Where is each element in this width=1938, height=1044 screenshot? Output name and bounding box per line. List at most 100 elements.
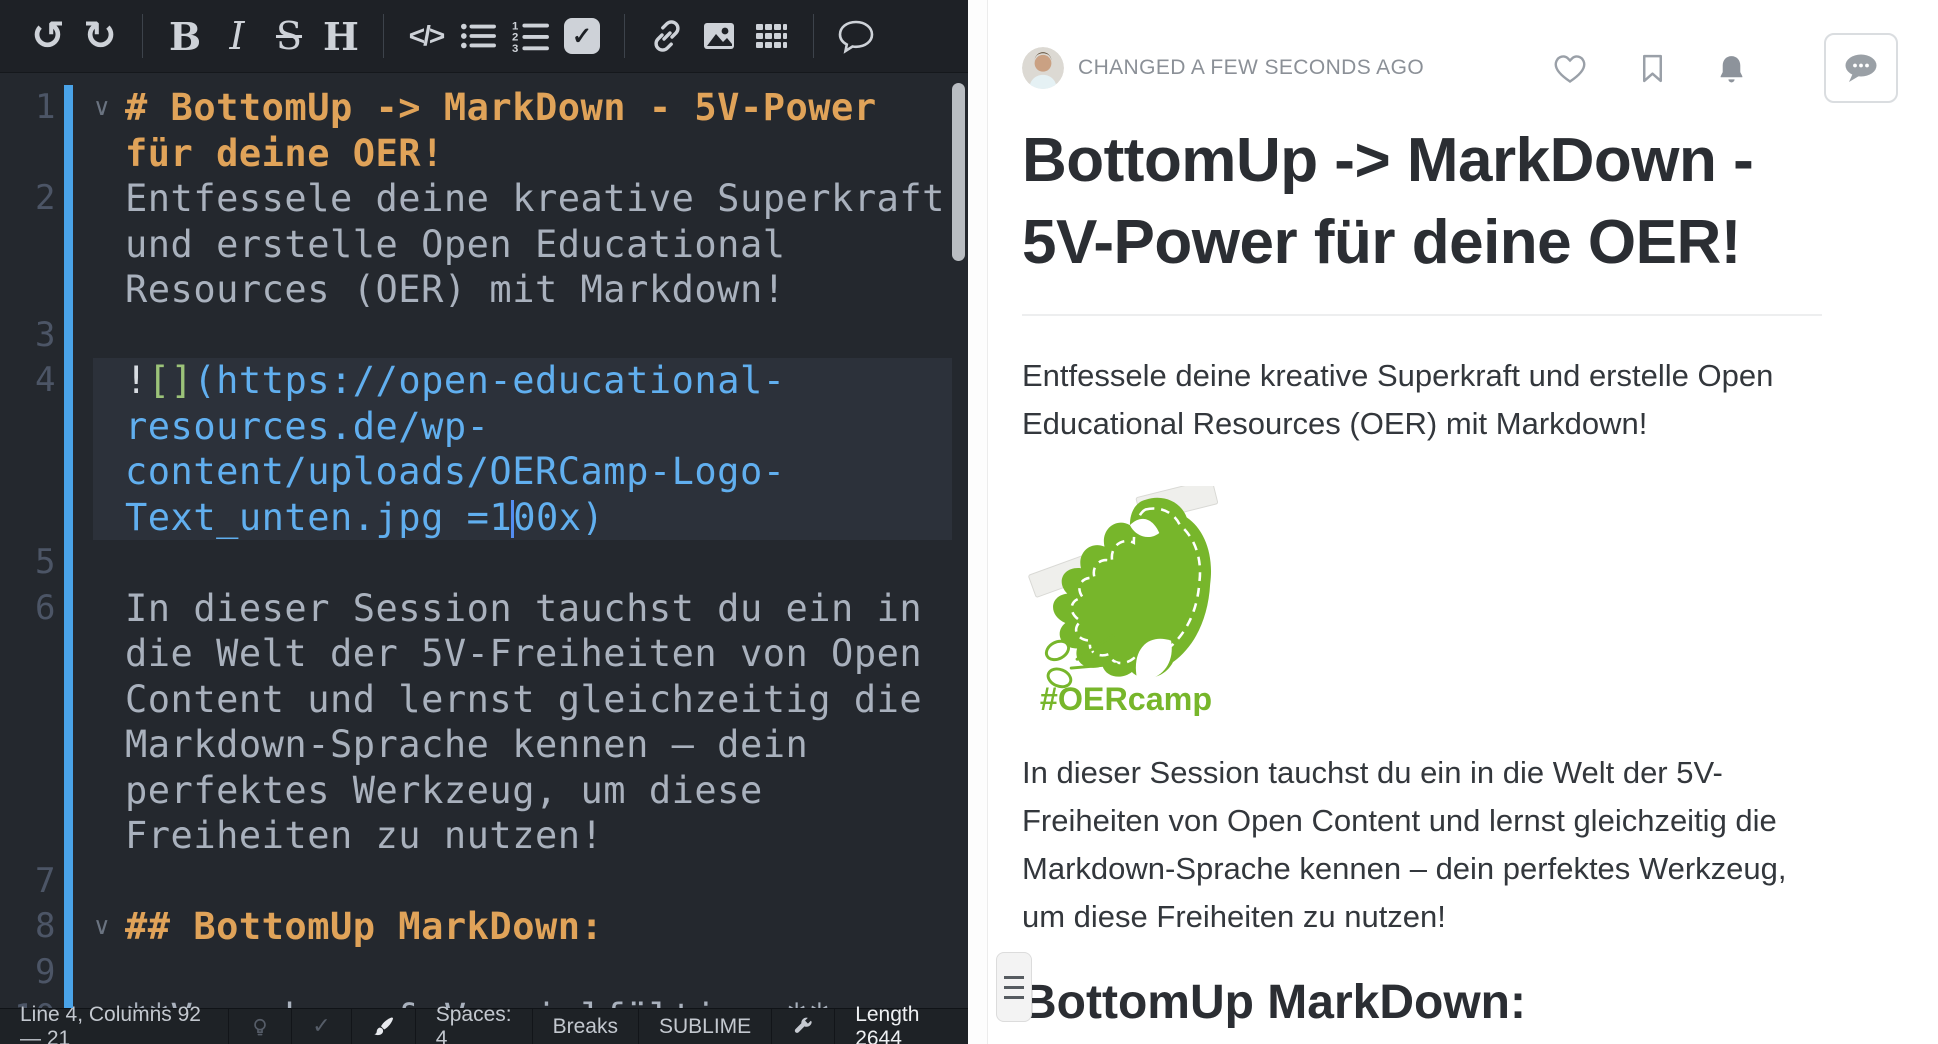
line-number: 10 (0, 995, 56, 1008)
editor-row[interactable]: 10 **Verwahren & Vervielfältigen** (0, 995, 968, 1008)
code-text: resources.de/wp- (125, 404, 489, 450)
format-brush-button[interactable] (351, 1009, 415, 1044)
editor-row[interactable]: Resources (OER) mit Markdown! (0, 267, 968, 313)
editor-row[interactable]: die Welt der 5V-Freiheiten von Open (0, 631, 968, 677)
editor-pane: ↺ ↻ B I S H </> 123 (0, 0, 968, 1044)
editor-code-area[interactable]: 1∨# BottomUp -> MarkDown - 5V-Powerfür d… (0, 73, 968, 1008)
bold-button[interactable]: B (162, 8, 208, 64)
spellcheck-check-icon: ✓ (312, 1014, 330, 1039)
rendered-title: BottomUp -> MarkDown - 5V-Power für dein… (1022, 120, 1842, 284)
editor-row[interactable]: 7 (0, 859, 968, 905)
insert-image-button[interactable] (696, 8, 742, 64)
editor-row[interactable]: 8∨## BottomUp MarkDown: (0, 904, 968, 950)
line-number: 3 (0, 313, 56, 359)
toolbar-separator (624, 14, 625, 58)
insert-link-button[interactable] (644, 8, 690, 64)
change-indicator-bar (64, 722, 73, 768)
link-icon (649, 18, 685, 54)
change-indicator-bar (64, 176, 73, 222)
comment-bubble-icon (1841, 51, 1881, 85)
ordered-list-button[interactable]: 123 (507, 8, 553, 64)
italic-icon: I (229, 14, 244, 58)
undo-icon: ↺ (31, 13, 65, 59)
unordered-list-button[interactable] (455, 8, 501, 64)
bookmark-button[interactable] (1640, 53, 1665, 84)
fold-chevron-icon[interactable]: ∨ (93, 85, 125, 131)
keymap-label: SUBLIME (659, 1015, 751, 1039)
changed-status: CHANGED A FEW SECONDS AGO (1078, 56, 1424, 80)
theme-toggle-button[interactable] (228, 1009, 291, 1044)
code-text: ![](https://open-educational- (125, 358, 786, 404)
spaces-setting[interactable]: Spaces: 4 (415, 1009, 532, 1044)
checklist-button[interactable]: ✓ (559, 8, 605, 64)
editor-row[interactable]: 2 Entfessele deine kreative Superkraft (0, 176, 968, 222)
line-number: 1 (0, 85, 56, 131)
rendered-paragraph-1: Entfessele deine kreative Superkraft und… (1022, 352, 1822, 448)
strikethrough-button[interactable]: S (266, 8, 312, 64)
change-indicator-bar (64, 950, 73, 996)
change-indicator-bar (64, 358, 73, 404)
code-text: **Verwahren & Vervielfältigen** (125, 995, 831, 1008)
code-text: Markdown-Sprache kennen – dein (125, 722, 808, 768)
editor-row[interactable]: Text_unten.jpg =100x) (0, 495, 968, 541)
editor-row[interactable]: Markdown-Sprache kennen – dein (0, 722, 968, 768)
title-divider (1022, 314, 1822, 316)
spaces-label: Spaces: 4 (436, 1003, 512, 1044)
like-button[interactable] (1552, 52, 1588, 85)
notifications-button[interactable] (1717, 53, 1746, 84)
fold-chevron-icon[interactable]: ∨ (93, 904, 125, 950)
open-comments-button[interactable] (1824, 33, 1898, 103)
avatar-photo (1022, 47, 1064, 89)
author-avatar[interactable] (1022, 47, 1064, 89)
insert-table-button[interactable] (748, 8, 794, 64)
comment-button[interactable] (833, 8, 879, 64)
keymap-setting[interactable]: SUBLIME (638, 1009, 771, 1044)
editor-row[interactable]: für deine OER! (0, 131, 968, 177)
editor-row[interactable]: resources.de/wp- (0, 404, 968, 450)
svg-text:3: 3 (512, 43, 518, 54)
undo-button[interactable]: ↺ (25, 8, 71, 64)
editor-row[interactable]: 6In dieser Session tauchst du ein in (0, 586, 968, 632)
editor-row[interactable]: 3 (0, 313, 968, 359)
editor-row[interactable]: Freiheiten zu nutzen! (0, 813, 968, 859)
lightbulb-icon (249, 1015, 271, 1039)
breaks-label: Breaks (553, 1015, 618, 1039)
line-number: 2 (0, 176, 56, 222)
editor-row[interactable]: und erstelle Open Educational (0, 222, 968, 268)
editor-row[interactable]: content/uploads/OERCamp-Logo- (0, 449, 968, 495)
redo-button[interactable]: ↻ (77, 8, 123, 64)
editor-row[interactable]: 5 (0, 540, 968, 586)
preview-header: CHANGED A FEW SECONDS AGO (1022, 38, 1898, 98)
linebreaks-setting[interactable]: Breaks (532, 1009, 638, 1044)
editor-row[interactable]: 1∨# BottomUp -> MarkDown - 5V-Power (0, 85, 968, 131)
italic-button[interactable]: I (214, 8, 260, 64)
editor-scrollbar-thumb[interactable] (952, 83, 965, 261)
line-number: 9 (0, 950, 56, 996)
line-number: 4 (0, 358, 56, 404)
change-indicator-bar (64, 131, 73, 177)
code-text: Entfessele deine kreative Superkraft (125, 176, 945, 222)
heading-button[interactable]: H (318, 8, 364, 64)
code-block-button[interactable]: </> (403, 8, 449, 64)
editor-row[interactable]: Content und lernst gleichzeitig die (0, 677, 968, 723)
code-text: perfektes Werkzeug, um diese (125, 768, 763, 814)
editor-row[interactable]: perfektes Werkzeug, um diese (0, 768, 968, 814)
split-drag-handle[interactable] (996, 952, 1032, 1022)
spellcheck-button[interactable]: ✓ (291, 1009, 350, 1044)
heading-icon: H (323, 14, 359, 59)
toolbar-separator (142, 14, 143, 58)
change-indicator-bar (64, 404, 73, 450)
editor-row[interactable]: 9 (0, 950, 968, 996)
unordered-list-icon (459, 19, 497, 53)
change-indicator-bar (64, 495, 73, 541)
change-indicator-bar (64, 540, 73, 586)
change-indicator-bar (64, 995, 73, 1008)
line-number: 8 (0, 904, 56, 950)
wrench-icon (792, 1016, 814, 1038)
code-text: Content und lernst gleichzeitig die (125, 677, 922, 723)
line-number: 7 (0, 859, 56, 905)
editor-row[interactable]: 4 ![](https://open-educational- (0, 358, 968, 404)
change-indicator-bar (64, 313, 73, 359)
change-indicator-bar (64, 586, 73, 632)
preferences-button[interactable] (771, 1009, 834, 1044)
